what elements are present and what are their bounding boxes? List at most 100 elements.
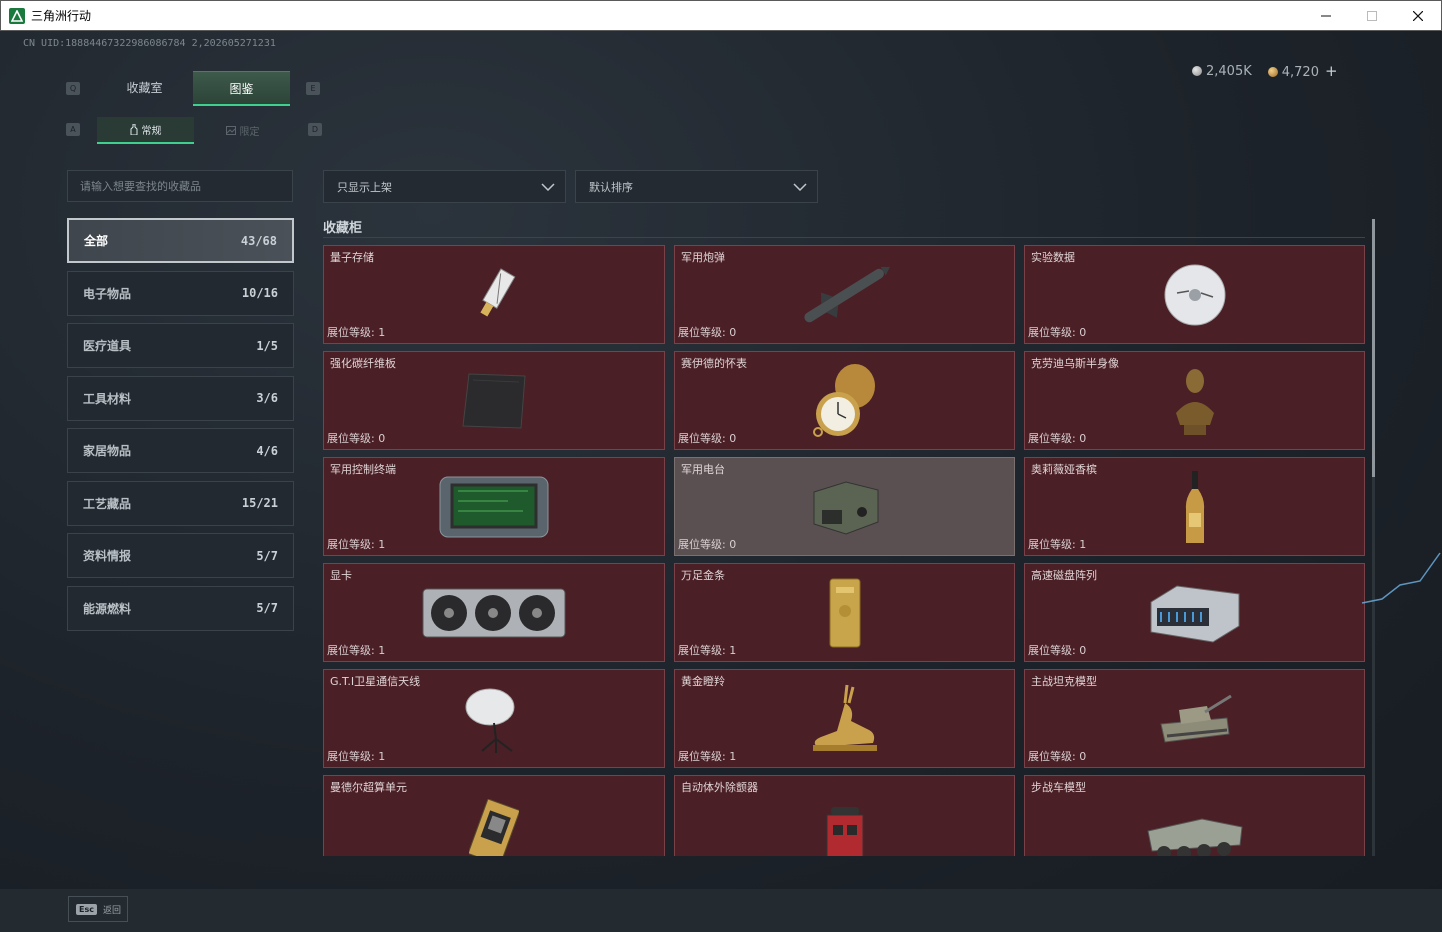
cabinet-item[interactable]: 主战坦克模型 展位等级: 0 [1024, 669, 1365, 768]
category-label: 工具材料 [83, 391, 132, 406]
gold-bar-icon [829, 578, 860, 647]
cabinet-item[interactable]: 显卡 展位等级: 1 [323, 563, 665, 662]
cabinet-grid: 量子存储 展位等级: 1 军用炮弹 展位等级: 0 实验数据 展位等级: 0 强… [323, 245, 1365, 856]
category-count: 43/68 [240, 233, 277, 248]
cabinet-item[interactable]: 自动体外除颤器 [674, 775, 1015, 856]
category-crafts[interactable]: 工艺藏品 15/21 [67, 480, 294, 526]
item-level: 展位等级: 0 [678, 538, 737, 551]
minimize-button[interactable] [1303, 1, 1349, 30]
defibrillator-icon [826, 807, 863, 856]
subtab-regular-label: 常规 [141, 126, 162, 137]
cabinet-item[interactable]: 黄金瞪羚 展位等级: 1 [674, 669, 1015, 768]
category-intel[interactable]: 资料情报 5/7 [67, 533, 294, 578]
category-label: 电子物品 [83, 286, 132, 301]
category-all[interactable]: 全部 43/68 [67, 218, 294, 263]
shelf-filter-dropdown[interactable]: 只显示上架 [323, 170, 566, 203]
cabinet-item[interactable]: 万足金条 展位等级: 1 [674, 563, 1015, 662]
item-name: G.T.I卫星通信天线 [330, 675, 421, 688]
item-name: 实验数据 [1031, 251, 1075, 264]
item-level: 展位等级: 1 [1028, 538, 1087, 551]
tab-catalog[interactable]: 图鉴 [193, 71, 290, 106]
disk-array-icon [1150, 584, 1239, 643]
back-label: 返回 [102, 905, 121, 916]
item-level: 展位等级: 1 [678, 644, 737, 657]
item-level: 展位等级: 0 [1028, 326, 1087, 339]
esc-key-icon: Esc [76, 903, 97, 915]
item-level: 展位等级: 1 [327, 538, 386, 551]
cabinet-item[interactable]: 克劳迪乌斯半身像 展位等级: 0 [1024, 351, 1365, 450]
bust-statue-icon [1175, 368, 1214, 435]
silver-currency: 2,405K [1192, 64, 1252, 79]
main-tabs: 收藏室 图鉴 [96, 71, 290, 106]
key-hint-e: E [306, 82, 320, 95]
subtab-regular[interactable]: 常规 [97, 117, 194, 144]
cabinet-item[interactable]: 奥莉薇娅香槟 展位等级: 1 [1024, 457, 1365, 556]
category-count: 4/6 [256, 443, 278, 458]
category-energy[interactable]: 能源燃料 5/7 [67, 585, 294, 631]
category-label: 全部 [84, 234, 109, 248]
item-name: 赛伊德的怀表 [681, 357, 747, 370]
category-list: 全部 43/68 电子物品 10/16 医疗道具 1/5 工具材料 3/6 家居物品 4/… [67, 218, 294, 638]
item-level: 展位等级: 0 [1028, 750, 1087, 763]
shelf-filter-value: 只显示上架 [337, 180, 392, 194]
item-name: 主战坦克模型 [1031, 675, 1097, 688]
item-name: 步战车模型 [1031, 781, 1086, 794]
app-logo-icon [9, 7, 25, 24]
item-level: 展位等级: 0 [327, 432, 386, 445]
cabinet-item[interactable]: 步战车模型 [1024, 775, 1365, 856]
subtab-limited[interactable]: 限定 [194, 117, 291, 144]
category-count: 5/7 [256, 601, 278, 615]
cabinet-item[interactable]: 高速磁盘阵列 展位等级: 0 [1024, 563, 1365, 662]
search-input[interactable] [67, 170, 293, 202]
category-tools[interactable]: 工具材料 3/6 [67, 375, 294, 421]
scrollbar-thumb[interactable] [1372, 219, 1375, 477]
item-level: 展位等级: 1 [327, 750, 386, 763]
divider [323, 237, 1365, 238]
item-level: 展位等级: 0 [678, 326, 737, 339]
uid-label: CN UID:18884467322986086784 2,2026052712… [23, 38, 276, 49]
close-icon [1413, 10, 1423, 21]
chevron-down-icon [541, 182, 555, 191]
add-currency-button[interactable]: + [1325, 62, 1338, 80]
subtab-limited-label: 限定 [239, 127, 260, 138]
back-button[interactable]: Esc 返回 [68, 896, 128, 922]
item-name: 曼德尔超算单元 [330, 781, 407, 794]
champagne-icon [1185, 470, 1204, 543]
quantum-storage-icon [480, 267, 516, 317]
key-hint-d: D [308, 123, 322, 136]
cabinet-item[interactable]: 军用控制终端 展位等级: 1 [323, 457, 665, 556]
category-count: 1/5 [256, 338, 278, 353]
category-electronics[interactable]: 电子物品 10/16 [67, 270, 294, 316]
item-level: 展位等级: 1 [327, 326, 386, 339]
supercomputer-unit-icon [469, 799, 519, 856]
close-button[interactable] [1395, 1, 1441, 30]
cabinet-item[interactable]: 强化碳纤维板 展位等级: 0 [323, 351, 665, 450]
cabinet-item[interactable]: 军用炮弹 展位等级: 0 [674, 245, 1015, 344]
cabinet-item[interactable]: 曼德尔超算单元 [323, 775, 665, 856]
item-level: 展位等级: 0 [678, 432, 737, 445]
cabinet-item[interactable]: 赛伊德的怀表 展位等级: 0 [674, 351, 1015, 450]
sort-value: 默认排序 [589, 180, 633, 194]
cabinet-item[interactable]: 实验数据 展位等级: 0 [1024, 245, 1365, 344]
cabinet-item[interactable]: G.T.I卫星通信天线 展位等级: 1 [323, 669, 665, 768]
category-medical[interactable]: 医疗道具 1/5 [67, 323, 294, 368]
cabinet-item[interactable]: 军用电台 展位等级: 0 [674, 457, 1015, 556]
chevron-down-icon [793, 182, 807, 191]
item-level: 展位等级: 0 [1028, 432, 1087, 445]
cabinet-scrollbar[interactable] [1372, 219, 1375, 856]
disc-icon [1164, 264, 1225, 325]
cabinet-item[interactable]: 量子存储 展位等级: 1 [323, 245, 665, 344]
category-count: 10/16 [241, 286, 278, 300]
category-household[interactable]: 家居物品 4/6 [67, 428, 294, 473]
tab-collection-room[interactable]: 收藏室 [96, 71, 193, 106]
maximize-button[interactable] [1349, 1, 1395, 30]
sort-dropdown[interactable]: 默认排序 [575, 170, 818, 203]
key-hint-a: A [66, 123, 80, 136]
game-viewport: CN UID:18884467322986086784 2,2026052712… [0, 31, 1442, 932]
gold-amount: 4,720 [1281, 65, 1319, 80]
window-title: 三角洲行动 [31, 9, 92, 23]
item-level: 展位等级: 1 [327, 644, 386, 657]
item-name: 克劳迪乌斯半身像 [1031, 357, 1119, 370]
category-label: 能源燃料 [83, 601, 132, 616]
item-level: 展位等级: 0 [1028, 644, 1087, 657]
